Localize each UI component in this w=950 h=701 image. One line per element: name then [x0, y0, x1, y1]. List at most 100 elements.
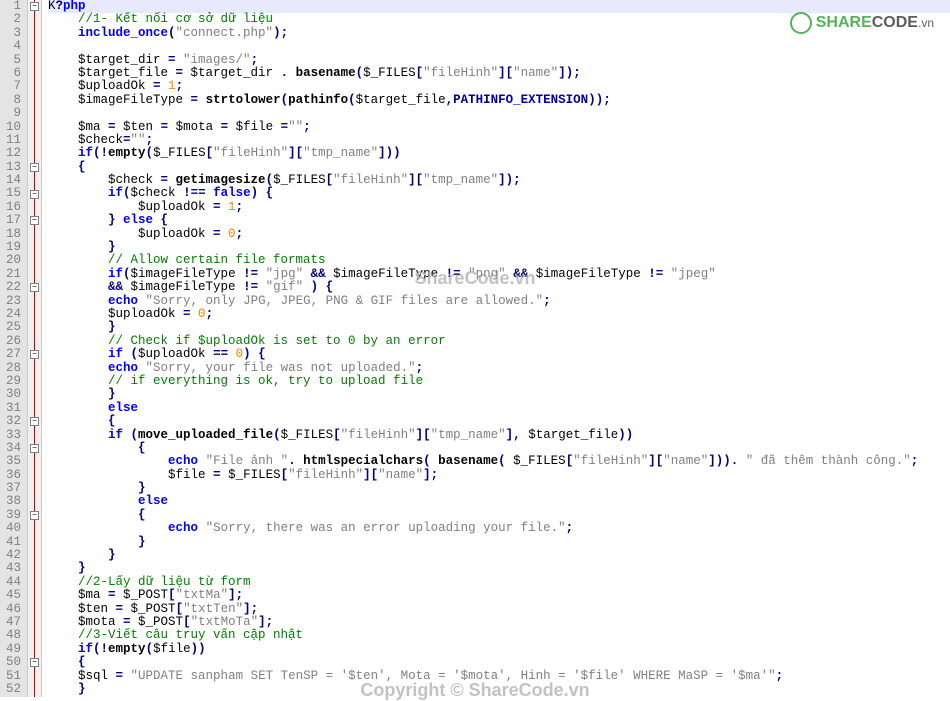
fold-toggle[interactable]: − [30, 511, 39, 520]
code-area[interactable]: K?php //1- Kết nối cơ sở dữ liệu include… [42, 0, 950, 697]
code-line[interactable]: } [48, 388, 950, 401]
token-kw: if [78, 642, 93, 656]
code-line[interactable]: } [48, 241, 950, 254]
token-punct: { [78, 655, 86, 669]
code-line[interactable]: { [48, 509, 950, 522]
fold-toggle[interactable]: − [30, 444, 39, 453]
token-op: && [303, 267, 333, 281]
code-line[interactable]: // if everything is ok, try to upload fi… [48, 375, 950, 388]
code-line[interactable]: } [48, 536, 950, 549]
code-line[interactable]: $imageFileType = strtolower(pathinfo($ta… [48, 94, 950, 107]
line-number: 31 [4, 402, 21, 415]
fold-toggle[interactable]: − [30, 283, 39, 292]
line-number: 41 [4, 536, 21, 549]
token-var: $sql [78, 669, 108, 683]
token-punct: ]; [258, 615, 273, 629]
token-str: "tmp_name" [423, 173, 498, 187]
token-var: $ten [78, 602, 108, 616]
token-var: $_FILES [513, 454, 566, 468]
token-punct: ][ [648, 454, 663, 468]
code-line[interactable]: if($check !== false) { [48, 187, 950, 200]
token-var: $ten [123, 120, 153, 134]
code-line[interactable]: if(!empty($file)) [48, 643, 950, 656]
token-comment: // if everything is ok, try to upload fi… [108, 374, 423, 388]
code-line[interactable] [48, 40, 950, 53]
token-punct: ( [146, 642, 154, 656]
code-line[interactable]: //2-Lấy dữ liệu từ form [48, 576, 950, 589]
code-line[interactable]: //3-Viết câu truy vấn cập nhật [48, 629, 950, 642]
code-line[interactable]: $mota = $_POST["txtMoTa"]; [48, 616, 950, 629]
code-line[interactable]: echo "Sorry, your file was not uploaded.… [48, 362, 950, 375]
code-line[interactable]: } [48, 562, 950, 575]
code-line[interactable]: $ma = $ten = $mota = $file =""; [48, 121, 950, 134]
code-line[interactable]: } [48, 683, 950, 696]
token-var: $mota [176, 120, 214, 134]
token-punct: ( [423, 454, 438, 468]
token-kw: echo [108, 361, 138, 375]
code-line[interactable]: $check = getimagesize($_FILES["fileHinh"… [48, 174, 950, 187]
fold-toggle[interactable]: − [30, 163, 39, 172]
token-plain [198, 454, 206, 468]
line-number: 4 [4, 40, 21, 53]
code-line[interactable]: $uploadOk = 1; [48, 201, 950, 214]
token-kw: else [123, 213, 153, 227]
token-punct: } [108, 548, 116, 562]
code-line[interactable]: } [48, 321, 950, 334]
code-line[interactable]: $uploadOk = 1; [48, 80, 950, 93]
fold-toggle[interactable]: − [30, 417, 39, 426]
token-num: 1 [168, 79, 176, 93]
code-line[interactable]: else [48, 402, 950, 415]
code-line[interactable]: $uploadOk = 0; [48, 308, 950, 321]
code-line[interactable]: $target_file = $target_dir . basename($_… [48, 67, 950, 80]
line-number: 6 [4, 67, 21, 80]
code-line[interactable]: if ($uploadOk == 0) { [48, 348, 950, 361]
code-line[interactable]: if(!empty($_FILES["fileHinh"]["tmp_name"… [48, 147, 950, 160]
code-line[interactable]: echo "Sorry, only JPG, JPEG, PNG & GIF f… [48, 295, 950, 308]
code-line[interactable]: $ma = $_POST["txtMa"]; [48, 589, 950, 602]
code-line[interactable]: $sql = "UPDATE sanpham SET TenSP = '$ten… [48, 670, 950, 683]
token-plain [138, 361, 146, 375]
code-line[interactable]: $check=""; [48, 134, 950, 147]
code-line[interactable]: // Allow certain file formats [48, 254, 950, 267]
code-line[interactable]: $target_dir = "images/"; [48, 54, 950, 67]
code-line[interactable]: echo "Sorry, there was an error uploadin… [48, 522, 950, 535]
code-line[interactable]: { [48, 656, 950, 669]
code-line[interactable]: $ten = $_POST["txtTen"]; [48, 603, 950, 616]
fold-toggle[interactable]: − [30, 216, 39, 225]
fold-toggle[interactable]: − [30, 350, 39, 359]
code-line[interactable]: if($imageFileType != "jpg" && $imageFile… [48, 268, 950, 281]
token-punct: ; [416, 361, 424, 375]
token-punct: ; [776, 669, 784, 683]
code-line[interactable]: $uploadOk = 0; [48, 228, 950, 241]
code-line[interactable]: } [48, 482, 950, 495]
code-line[interactable]: { [48, 415, 950, 428]
code-line[interactable]: $file = $_FILES["fileHinh"]["name"]; [48, 469, 950, 482]
code-line[interactable]: else [48, 495, 950, 508]
token-var: $uploadOk [108, 307, 176, 321]
line-number: 35 [4, 455, 21, 468]
line-number: 25 [4, 321, 21, 334]
token-str: "jpg" [266, 267, 304, 281]
logo-tld: .vn [918, 16, 934, 30]
token-punct: ( [146, 146, 154, 160]
token-op: = [273, 120, 288, 134]
token-op: != [438, 267, 468, 281]
token-num: 0 [228, 227, 236, 241]
code-line[interactable]: { [48, 161, 950, 174]
code-line[interactable]: { [48, 442, 950, 455]
code-line[interactable] [48, 107, 950, 120]
code-line[interactable]: } [48, 549, 950, 562]
code-line[interactable]: && $imageFileType != "gif" ) { [48, 281, 950, 294]
token-op: = [146, 79, 169, 93]
token-str: "fileHinh" [341, 428, 416, 442]
code-line[interactable]: if (move_uploaded_file($_FILES["fileHinh… [48, 429, 950, 442]
code-line[interactable]: } else { [48, 214, 950, 227]
fold-toggle[interactable]: − [30, 658, 39, 667]
token-var: $target_file [356, 93, 446, 107]
code-line[interactable]: // Check if $uploadOk is set to 0 by an … [48, 335, 950, 348]
token-var: $_FILES [273, 173, 326, 187]
fold-toggle[interactable]: − [30, 2, 39, 11]
token-var: $_FILES [363, 66, 416, 80]
code-line[interactable]: echo "File ảnh ". htmlspecialchars( base… [48, 455, 950, 468]
fold-toggle[interactable]: − [30, 190, 39, 199]
